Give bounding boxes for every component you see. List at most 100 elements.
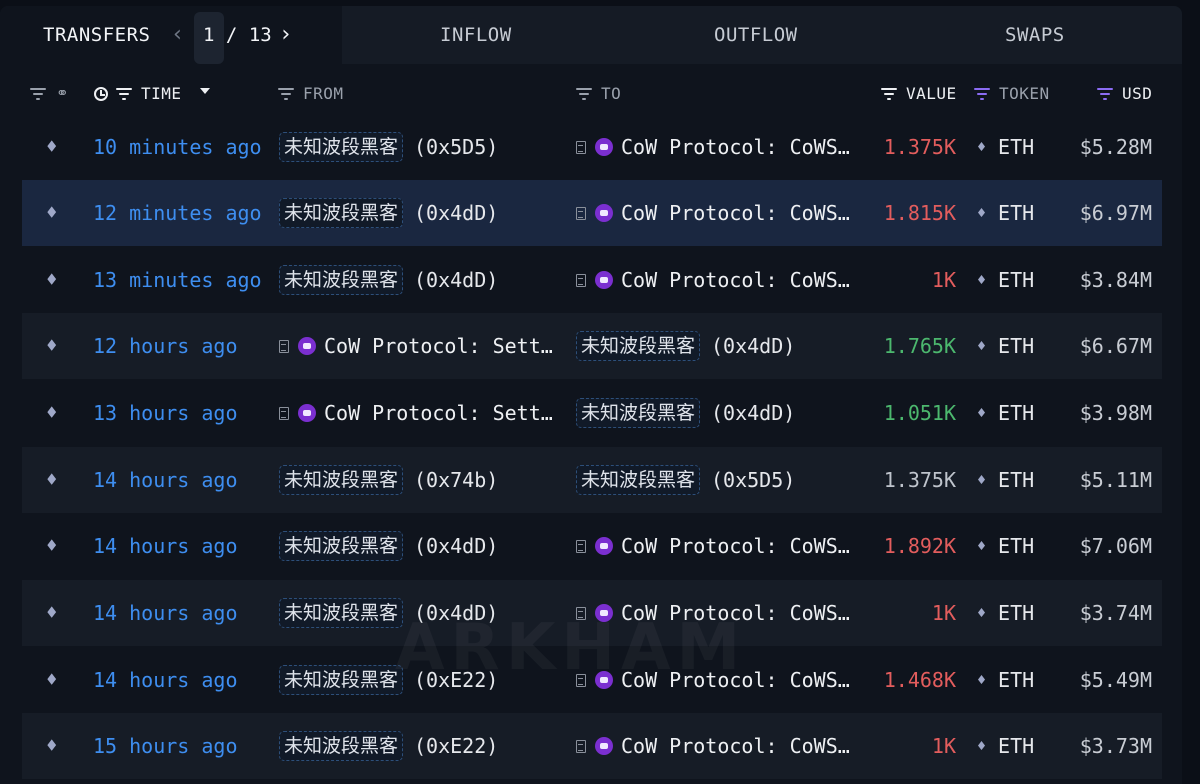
- entity-name[interactable]: CoW Protocol: CoWS…: [621, 135, 850, 159]
- entity-label-tag[interactable]: 未知波段黑客: [279, 132, 404, 162]
- token-symbol: ETH: [998, 334, 1035, 358]
- to-column-header[interactable]: TO: [576, 84, 621, 103]
- token-cell[interactable]: ♦ ETH: [977, 713, 1034, 779]
- table-header: ⚭ TIME FROM TO VALUE TOKEN USD: [0, 64, 1182, 116]
- transfer-time[interactable]: 14 hours ago: [93, 513, 238, 579]
- entity-name[interactable]: CoW Protocol: Sett…: [324, 334, 553, 358]
- transfer-time[interactable]: 12 hours ago: [93, 313, 238, 379]
- transfer-time[interactable]: 10 minutes ago: [93, 114, 262, 180]
- address-short[interactable]: (0x4dD): [414, 201, 498, 225]
- chevron-left-icon[interactable]: ‹: [171, 22, 184, 47]
- eth-token-icon: ♦: [977, 671, 987, 689]
- address-short[interactable]: (0x5D5): [711, 468, 795, 492]
- value-column-header[interactable]: VALUE: [881, 84, 957, 103]
- table-row[interactable]: ♦ 10 minutes ago 未知波段黑客 (0x5D5) CoW Protocol…: [22, 114, 1162, 180]
- table-row[interactable]: ♦ 12 hours ago CoW Protocol: Sett… 未知波段黑客 (0…: [22, 313, 1162, 379]
- entity-label-tag[interactable]: 未知波段黑客: [279, 665, 404, 695]
- table-row[interactable]: ♦ 14 hours ago 未知波段黑客 (0x74b) 未知波段黑客 (0x5D5) 1…: [22, 447, 1162, 513]
- entity-label-tag[interactable]: 未知波段黑客: [279, 531, 404, 561]
- transfer-time[interactable]: 13 hours ago: [93, 380, 238, 446]
- entity-name[interactable]: CoW Protocol: CoWS…: [621, 668, 850, 692]
- link-icon[interactable]: ⚭: [56, 84, 69, 102]
- token-symbol: ETH: [998, 401, 1035, 425]
- filter-icon[interactable]: [278, 88, 294, 100]
- address-short[interactable]: (0x4dD): [711, 334, 795, 358]
- tab-outflow[interactable]: OUTFLOW: [714, 24, 798, 46]
- token-cell[interactable]: ♦ ETH: [977, 513, 1034, 579]
- time-column-header[interactable]: TIME: [94, 84, 182, 103]
- usd-value: $5.11M: [1079, 468, 1152, 492]
- address-short[interactable]: (0x4dD): [711, 401, 795, 425]
- entity-label-tag[interactable]: 未知波段黑客: [279, 265, 404, 295]
- table-row[interactable]: ♦ 12 minutes ago 未知波段黑客 (0x4dD) CoW Protocol…: [22, 180, 1162, 246]
- token-cell[interactable]: ♦ ETH: [977, 180, 1034, 246]
- tab-bar: TRANSFERS ‹ 1 / 13 › INFLOW OUTFLOW SWAP…: [0, 6, 1182, 64]
- filter-active-icon[interactable]: [974, 88, 990, 100]
- cow-protocol-logo-icon: [595, 737, 613, 755]
- token-cell[interactable]: ♦ ETH: [977, 380, 1034, 446]
- from-cell: CoW Protocol: Sett…: [279, 313, 553, 379]
- tab-swaps[interactable]: SWAPS: [1005, 24, 1065, 46]
- entity-label-tag[interactable]: 未知波段黑客: [279, 598, 404, 628]
- entity-name[interactable]: CoW Protocol: CoWS…: [621, 268, 850, 292]
- from-column-header[interactable]: FROM: [278, 84, 344, 103]
- token-cell[interactable]: ♦ ETH: [977, 247, 1034, 313]
- sort-caret-icon[interactable]: [200, 88, 210, 94]
- token-cell[interactable]: ♦ ETH: [977, 114, 1034, 180]
- filter-icon[interactable]: [576, 88, 592, 100]
- page-current[interactable]: 1: [203, 24, 214, 46]
- address-short[interactable]: (0xE22): [414, 668, 498, 692]
- token-cell[interactable]: ♦ ETH: [977, 313, 1034, 379]
- token-cell[interactable]: ♦ ETH: [977, 447, 1034, 513]
- from-cell: 未知波段黑客 (0xE22): [279, 647, 498, 713]
- table-row[interactable]: ♦ 15 hours ago 未知波段黑客 (0xE22) CoW Protocol: …: [22, 713, 1162, 779]
- entity-name[interactable]: CoW Protocol: CoWS…: [621, 734, 850, 758]
- token-symbol: ETH: [998, 468, 1035, 492]
- ethereum-chain-icon: ♦: [46, 402, 58, 424]
- tab-inflow[interactable]: INFLOW: [440, 24, 512, 46]
- entity-name[interactable]: CoW Protocol: CoWS…: [621, 201, 850, 225]
- transfer-time[interactable]: 14 hours ago: [93, 580, 238, 646]
- entity-name[interactable]: CoW Protocol: CoWS…: [621, 601, 850, 625]
- usd-value: $3.73M: [1079, 734, 1152, 758]
- entity-name[interactable]: CoW Protocol: CoWS…: [621, 534, 850, 558]
- token-cell[interactable]: ♦ ETH: [977, 647, 1034, 713]
- token-symbol: ETH: [998, 268, 1035, 292]
- transfer-time[interactable]: 15 hours ago: [93, 713, 238, 779]
- transfer-time[interactable]: 14 hours ago: [93, 447, 238, 513]
- entity-label-tag[interactable]: 未知波段黑客: [279, 731, 404, 761]
- transfer-time[interactable]: 13 minutes ago: [93, 247, 262, 313]
- address-short[interactable]: (0x4dD): [414, 601, 498, 625]
- address-short[interactable]: (0x4dD): [414, 534, 498, 558]
- address-short[interactable]: (0x4dD): [414, 268, 498, 292]
- address-short[interactable]: (0x74b): [414, 468, 498, 492]
- usd-column-header[interactable]: USD: [1097, 84, 1152, 103]
- time-header-label: TIME: [141, 84, 182, 103]
- entity-name[interactable]: CoW Protocol: Sett…: [324, 401, 553, 425]
- address-short[interactable]: (0xE22): [414, 734, 498, 758]
- table-row[interactable]: ♦ 13 hours ago CoW Protocol: Sett… 未知波段黑客 (0…: [22, 380, 1162, 446]
- table-row[interactable]: ♦ 14 hours ago 未知波段黑客 (0x4dD) CoW Protocol: …: [22, 513, 1162, 579]
- entity-label-tag[interactable]: 未知波段黑客: [576, 465, 701, 495]
- ethereum-chain-icon: ♦: [46, 469, 58, 491]
- transfer-time[interactable]: 12 minutes ago: [93, 180, 262, 246]
- transfer-time[interactable]: 14 hours ago: [93, 647, 238, 713]
- filter-active-icon[interactable]: [1097, 88, 1113, 100]
- table-row[interactable]: ♦ 14 hours ago 未知波段黑客 (0x4dD) CoW Protocol: …: [22, 580, 1162, 646]
- entity-label-tag[interactable]: 未知波段黑客: [279, 465, 404, 495]
- chain-filter-button[interactable]: [30, 84, 55, 103]
- filter-icon[interactable]: [881, 88, 897, 100]
- page-indicator: 1 / 13: [203, 24, 272, 46]
- token-symbol: ETH: [998, 201, 1035, 225]
- cow-protocol-logo-icon: [595, 537, 613, 555]
- table-row[interactable]: ♦ 13 minutes ago 未知波段黑客 (0x4dD) CoW Protocol…: [22, 247, 1162, 313]
- chevron-right-icon[interactable]: ›: [279, 22, 292, 47]
- filter-icon[interactable]: [116, 88, 132, 100]
- entity-label-tag[interactable]: 未知波段黑客: [576, 331, 701, 361]
- token-column-header[interactable]: TOKEN: [974, 84, 1050, 103]
- address-short[interactable]: (0x5D5): [414, 135, 498, 159]
- table-row[interactable]: ♦ 14 hours ago 未知波段黑客 (0xE22) CoW Protocol: …: [22, 647, 1162, 713]
- token-cell[interactable]: ♦ ETH: [977, 580, 1034, 646]
- entity-label-tag[interactable]: 未知波段黑客: [576, 398, 701, 428]
- entity-label-tag[interactable]: 未知波段黑客: [279, 198, 404, 228]
